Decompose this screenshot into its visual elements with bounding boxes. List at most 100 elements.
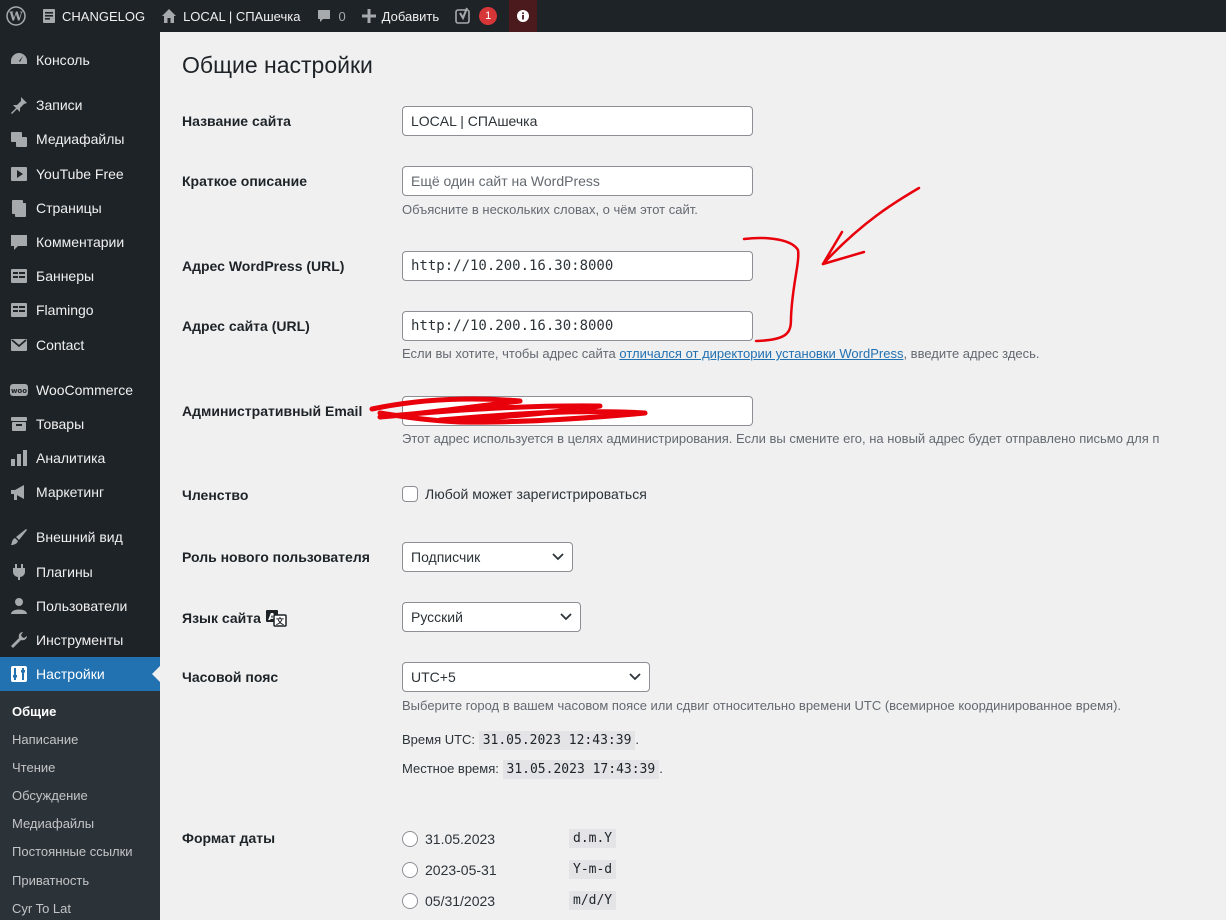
site-language-label-row: Язык сайта A 文 xyxy=(182,609,287,627)
sidebar-item-label: Консоль xyxy=(36,52,90,68)
submenu-item[interactable]: Написание xyxy=(12,732,78,747)
plugin-icon xyxy=(0,562,36,582)
date-format-example[interactable]: 31.05.2023 xyxy=(425,831,569,847)
site-title-value: LOCAL | СПАшечка xyxy=(411,113,538,129)
submenu-item[interactable]: Cyr To Lat xyxy=(12,901,71,916)
translation-icon: A 文 xyxy=(265,610,287,627)
sidebar-item-label: Аналитика xyxy=(36,450,106,466)
site-url-desc-after: , введите адрес здесь. xyxy=(903,346,1040,361)
site-language-select[interactable]: Русский xyxy=(402,602,581,632)
sidebar-item-14[interactable]: Внешний вид xyxy=(0,520,160,554)
sidebar-item-4[interactable]: YouTube Free xyxy=(0,157,160,191)
sidebar-item-6[interactable]: Комментарии xyxy=(0,225,160,259)
date-format-option: 2023-05-31 Y-m-d xyxy=(402,860,617,879)
wordpress-logo-menu[interactable]: W xyxy=(0,0,34,32)
site-name-menu[interactable]: LOCAL | СПАшечка xyxy=(153,0,308,32)
sidebar-item-label: Записи xyxy=(36,97,83,113)
submenu-item[interactable]: Медиафайлы xyxy=(12,816,94,831)
site-url-desc-link[interactable]: отличался от директории установки WordPr… xyxy=(619,346,903,361)
site-language-label: Язык сайта xyxy=(182,610,261,626)
submenu-item[interactable]: Приватность xyxy=(12,873,89,888)
submenu-item[interactable]: Чтение xyxy=(12,760,55,775)
brush-icon xyxy=(0,527,36,547)
notice-menu[interactable] xyxy=(509,0,538,32)
chevron-down-icon xyxy=(560,613,572,621)
sidebar-item-15[interactable]: Плагины xyxy=(0,555,160,589)
sidebar-item-label: Медиафайлы xyxy=(36,131,125,147)
sidebar-item-12[interactable]: Аналитика xyxy=(0,441,160,475)
new-content-menu[interactable]: Добавить xyxy=(354,0,447,32)
site-url-input[interactable]: http://10.200.16.30:8000 xyxy=(402,311,753,341)
sidebar-item-18[interactable]: Настройки xyxy=(0,657,160,691)
users-icon xyxy=(0,596,36,616)
date-format-code: Y-m-d xyxy=(569,860,617,879)
svg-text:woo: woo xyxy=(11,387,27,395)
utc-time-row: Время UTC: 31.05.2023 12:43:39. xyxy=(402,731,640,750)
sidebar-item-5[interactable]: Страницы xyxy=(0,191,160,225)
date-format-radio[interactable] xyxy=(402,861,418,878)
admin-sidebar: Консоль Записи Медиафайлы YouTube Free Стран… xyxy=(0,32,160,920)
wordpress-url-input[interactable]: http://10.200.16.30:8000 xyxy=(402,251,753,281)
sidebar-item-3[interactable]: Медиафайлы xyxy=(0,122,160,156)
sidebar-item-label: WooCommerce xyxy=(36,382,133,398)
tagline-placeholder: Ещё один сайт на WordPress xyxy=(411,173,600,189)
date-format-code: d.m.Y xyxy=(569,829,617,848)
sidebar-item-label: Страницы xyxy=(36,200,102,216)
site-url-description: Если вы хотите, чтобы адрес сайта отлича… xyxy=(402,346,1040,361)
utc-time-value: 31.05.2023 12:43:39 xyxy=(478,731,636,750)
date-format-example[interactable]: 05/31/2023 xyxy=(425,893,569,909)
sidebar-item-17[interactable]: Инструменты xyxy=(0,623,160,657)
megaphone-icon xyxy=(0,482,36,502)
sidebar-item-label: Баннеры xyxy=(36,268,95,284)
sidebar-item-1[interactable]: Консоль xyxy=(0,43,160,77)
new-user-role-select[interactable]: Подписчик xyxy=(402,542,573,572)
info-icon xyxy=(517,10,530,22)
membership-checkbox[interactable] xyxy=(402,486,418,502)
admin-email-input[interactable] xyxy=(402,396,753,426)
wordpress-url-value: http://10.200.16.30:8000 xyxy=(411,258,614,274)
date-format-radio[interactable] xyxy=(402,892,418,909)
new-label: Добавить xyxy=(381,8,440,24)
site-title-input[interactable]: LOCAL | СПАшечка xyxy=(402,106,753,136)
sidebar-item-11[interactable]: Товары xyxy=(0,407,160,441)
chart-icon xyxy=(0,448,36,468)
submenu-item[interactable]: Общие xyxy=(12,704,56,719)
sidebar-item-7[interactable]: Баннеры xyxy=(0,259,160,293)
yoast-menu[interactable]: 1 xyxy=(447,0,505,32)
sidebar-item-16[interactable]: Пользователи xyxy=(0,589,160,623)
membership-label: Членство xyxy=(182,487,249,503)
date-format-example[interactable]: 2023-05-31 xyxy=(425,862,569,878)
sidebar-item-9[interactable]: Contact xyxy=(0,328,160,362)
timezone-select[interactable]: UTC+5 xyxy=(402,662,650,692)
archive-icon xyxy=(0,414,36,434)
date-format-option: 05/31/2023 m/d/Y xyxy=(402,891,617,910)
date-format-option: 31.05.2023 d.m.Y xyxy=(402,829,617,848)
comments-count: 0 xyxy=(338,8,346,24)
yoast-icon xyxy=(455,7,470,24)
site-url-label: Адрес сайта (URL) xyxy=(182,318,310,334)
page-title: Общие настройки xyxy=(182,52,373,78)
sidebar-item-label: Настройки xyxy=(36,666,105,682)
timezone-description: Выберите город в вашем часовом поясе или… xyxy=(402,698,1122,713)
sidebar-item-10[interactable]: woo WooCommerce xyxy=(0,373,160,407)
mail-icon xyxy=(0,335,36,355)
sidebar-item-8[interactable]: Flamingo xyxy=(0,293,160,327)
yoast-notification-badge: 1 xyxy=(479,7,498,25)
tagline-input[interactable]: Ещё один сайт на WordPress xyxy=(402,166,753,196)
new-user-role-value: Подписчик xyxy=(411,549,481,565)
wrench-icon xyxy=(0,630,36,650)
submenu-item[interactable]: Постоянные ссылки xyxy=(12,844,133,859)
site-changelog-menu[interactable]: CHANGELOG xyxy=(34,0,153,32)
site-language-value: Русский xyxy=(411,609,463,625)
sidebar-item-label: YouTube Free xyxy=(36,166,124,182)
comments-menu[interactable]: 0 xyxy=(308,0,353,32)
sidebar-item-13[interactable]: Маркетинг xyxy=(0,475,160,509)
table-icon xyxy=(0,300,36,320)
chevron-down-icon xyxy=(629,673,641,681)
submenu-item[interactable]: Обсуждение xyxy=(12,788,88,803)
sidebar-item-2[interactable]: Записи xyxy=(0,88,160,122)
date-format-radio[interactable] xyxy=(402,830,418,847)
membership-checkbox-label[interactable]: Любой может зарегистрироваться xyxy=(425,486,647,502)
plus-icon xyxy=(361,9,376,23)
timezone-value: UTC+5 xyxy=(411,669,456,685)
